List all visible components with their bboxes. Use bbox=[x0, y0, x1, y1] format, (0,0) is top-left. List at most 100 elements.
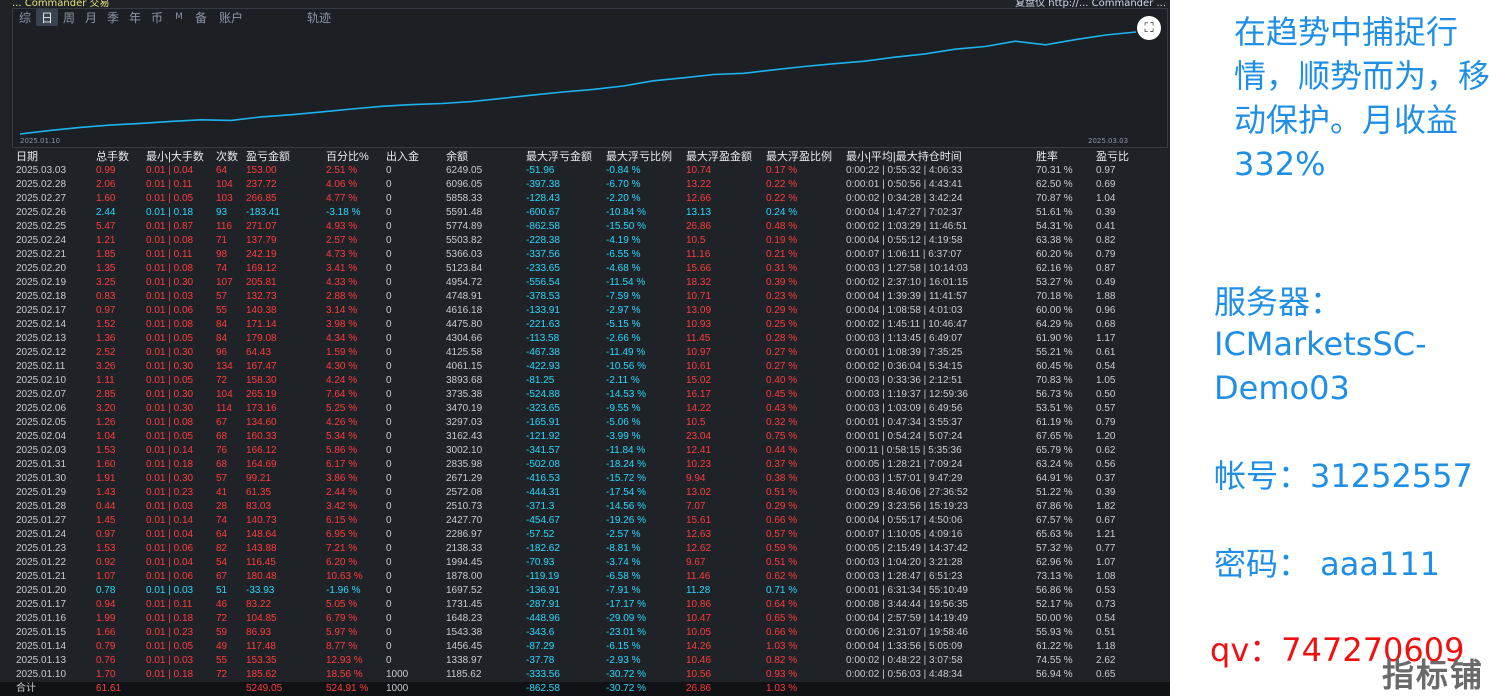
table-row: 2025.02.12 2.52 0.01 | 0.30 96 64.43 1.59 % 0 4… bbox=[0, 346, 1170, 360]
table-cell: 0.96 bbox=[1096, 305, 1116, 316]
table-cell: 54.31 % bbox=[1036, 221, 1073, 232]
table-cell: 3893.68 bbox=[446, 375, 483, 386]
tab-0[interactable]: 综 bbox=[14, 9, 36, 26]
table-cell: -11.54 % bbox=[606, 277, 646, 288]
table-cell: 0 bbox=[386, 375, 392, 386]
table-cell: 4616.18 bbox=[446, 305, 483, 316]
table-cell: 12.41 bbox=[686, 445, 712, 456]
table-cell: 14.26 bbox=[686, 641, 712, 652]
tab-10[interactable]: 轨迹 bbox=[300, 9, 338, 26]
table-cell: 70.83 % bbox=[1036, 375, 1073, 386]
tab-7[interactable]: M bbox=[168, 12, 190, 22]
table-cell: 0:00:03 | 1:57:01 | 9:47:29 bbox=[846, 473, 963, 484]
table-cell: 0 bbox=[386, 529, 392, 540]
table-row: 2025.01.30 1.91 0.01 | 0.30 57 99.21 3.86 % 0 2… bbox=[0, 472, 1170, 486]
table-cell: 0 bbox=[386, 515, 392, 526]
table-cell: 164.69 bbox=[246, 459, 277, 470]
table-cell: 64.91 % bbox=[1036, 473, 1073, 484]
table-cell: 3.14 % bbox=[326, 305, 358, 316]
table-cell: 2025.02.03 bbox=[16, 445, 67, 456]
table-cell: 1.17 bbox=[1096, 333, 1116, 344]
table-cell: 2.44 % bbox=[326, 487, 358, 498]
table-cell: 4.33 % bbox=[326, 277, 358, 288]
table-cell: 0.45 % bbox=[766, 389, 798, 400]
tab-6[interactable]: 币 bbox=[146, 9, 168, 26]
table-cell: 0:00:01 | 0:54:24 | 5:07:24 bbox=[846, 431, 963, 442]
table-cell: 185.62 bbox=[246, 669, 277, 680]
table-cell: 1.70 bbox=[96, 669, 116, 680]
table-cell: 0 bbox=[386, 445, 392, 456]
table-cell: 0:00:01 | 1:08:39 | 7:35:25 bbox=[846, 347, 963, 358]
tab-8[interactable]: 备 bbox=[190, 9, 212, 26]
table-row: 2025.02.21 1.85 0.01 | 0.11 98 242.19 4.73 % 0… bbox=[0, 248, 1170, 262]
table-cell: 68 bbox=[216, 431, 228, 442]
table-cell: 0 bbox=[386, 235, 392, 246]
account-number: 帐号：31252557 bbox=[1214, 457, 1473, 495]
tab-1[interactable]: 日 bbox=[36, 8, 58, 26]
table-cell: 2025.01.14 bbox=[16, 641, 67, 652]
table-cell: 1.21 bbox=[96, 235, 116, 246]
table-cell: 0.29 % bbox=[766, 501, 798, 512]
tab-2[interactable]: 周 bbox=[58, 9, 80, 26]
table-cell: 2025.02.25 bbox=[16, 221, 67, 232]
table-cell: -378.53 bbox=[526, 291, 560, 302]
expand-icon[interactable]: ⛶ bbox=[1137, 16, 1161, 40]
table-cell: 1185.62 bbox=[446, 669, 482, 680]
table-cell: 0.51 % bbox=[766, 557, 798, 568]
table-cell: 51.22 % bbox=[1036, 487, 1073, 498]
table-cell: 0 bbox=[386, 473, 392, 484]
table-row: 2025.02.18 0.83 0.01 | 0.03 57 132.73 2.88 % 0… bbox=[0, 290, 1170, 304]
table-cell: 74.55 % bbox=[1036, 655, 1073, 666]
table-cell: 70.87 % bbox=[1036, 193, 1073, 204]
table-cell: 3.25 bbox=[96, 277, 116, 288]
table-row: 2025.01.23 1.53 0.01 | 0.06 82 143.88 7.21 % 0… bbox=[0, 542, 1170, 556]
tab-9[interactable]: 账户 bbox=[212, 9, 250, 26]
table-cell: 0.01 | 0.18 bbox=[146, 459, 194, 470]
table-cell: 0:00:03 | 1:13:45 | 6:49:07 bbox=[846, 333, 963, 344]
table-cell: 2.51 % bbox=[326, 165, 358, 176]
table-cell: 5774.89 bbox=[446, 221, 483, 232]
table-cell: 0.44 bbox=[96, 501, 116, 512]
table-cell: 56.73 % bbox=[1036, 389, 1073, 400]
table-cell: 114 bbox=[216, 403, 232, 414]
table-cell: 0.66 % bbox=[766, 627, 798, 638]
total-cell: 5249.05 bbox=[246, 683, 283, 694]
table-cell: 6.20 % bbox=[326, 557, 358, 568]
table-cell: 1.20 bbox=[1096, 431, 1116, 442]
table-cell: 0 bbox=[386, 179, 392, 190]
table-cell: 0.43 % bbox=[766, 403, 798, 414]
table-cell: 0.57 % bbox=[766, 529, 798, 540]
table-cell: -341.57 bbox=[526, 445, 560, 456]
tab-3[interactable]: 月 bbox=[80, 9, 102, 26]
table-cell: 1.03 % bbox=[766, 641, 798, 652]
table-cell: -81.25 bbox=[526, 375, 555, 386]
tab-5[interactable]: 年 bbox=[124, 9, 146, 26]
table-cell: -165.91 bbox=[526, 417, 560, 428]
table-cell: 10.56 bbox=[686, 669, 712, 680]
table-cell: 63.38 % bbox=[1036, 235, 1073, 246]
table-cell: 2572.08 bbox=[446, 487, 483, 498]
table-cell: -337.56 bbox=[526, 249, 560, 260]
tab-4[interactable]: 季 bbox=[102, 9, 124, 26]
table-cell: 116.45 bbox=[246, 557, 276, 568]
table-cell: 0.01 | 0.11 bbox=[146, 249, 193, 260]
table-cell: 67 bbox=[216, 417, 228, 428]
table-cell: 2025.01.21 bbox=[16, 571, 67, 582]
table-cell: 0.24 % bbox=[766, 207, 798, 218]
table-cell: 171.14 bbox=[246, 319, 277, 330]
table-cell: 0:00:04 | 0:55:17 | 4:50:06 bbox=[846, 515, 963, 526]
table-cell: 41 bbox=[216, 487, 228, 498]
table-cell: 0 bbox=[386, 613, 392, 624]
table-cell: 1.53 bbox=[96, 543, 116, 554]
table-cell: 5123.84 bbox=[446, 263, 483, 274]
table-cell: 3.98 % bbox=[326, 319, 358, 330]
table-cell: 2286.97 bbox=[446, 529, 483, 540]
table-cell: 0.78 bbox=[96, 585, 116, 596]
table-cell: 61.90 % bbox=[1036, 333, 1073, 344]
table-cell: 10.63 % bbox=[326, 571, 363, 582]
table-cell: 0 bbox=[386, 207, 392, 218]
table-cell: 2.44 bbox=[96, 207, 116, 218]
total-cell: 1.03 % bbox=[766, 683, 798, 694]
table-cell: 53.27 % bbox=[1036, 277, 1073, 288]
table-cell: 0.50 bbox=[1096, 389, 1116, 400]
